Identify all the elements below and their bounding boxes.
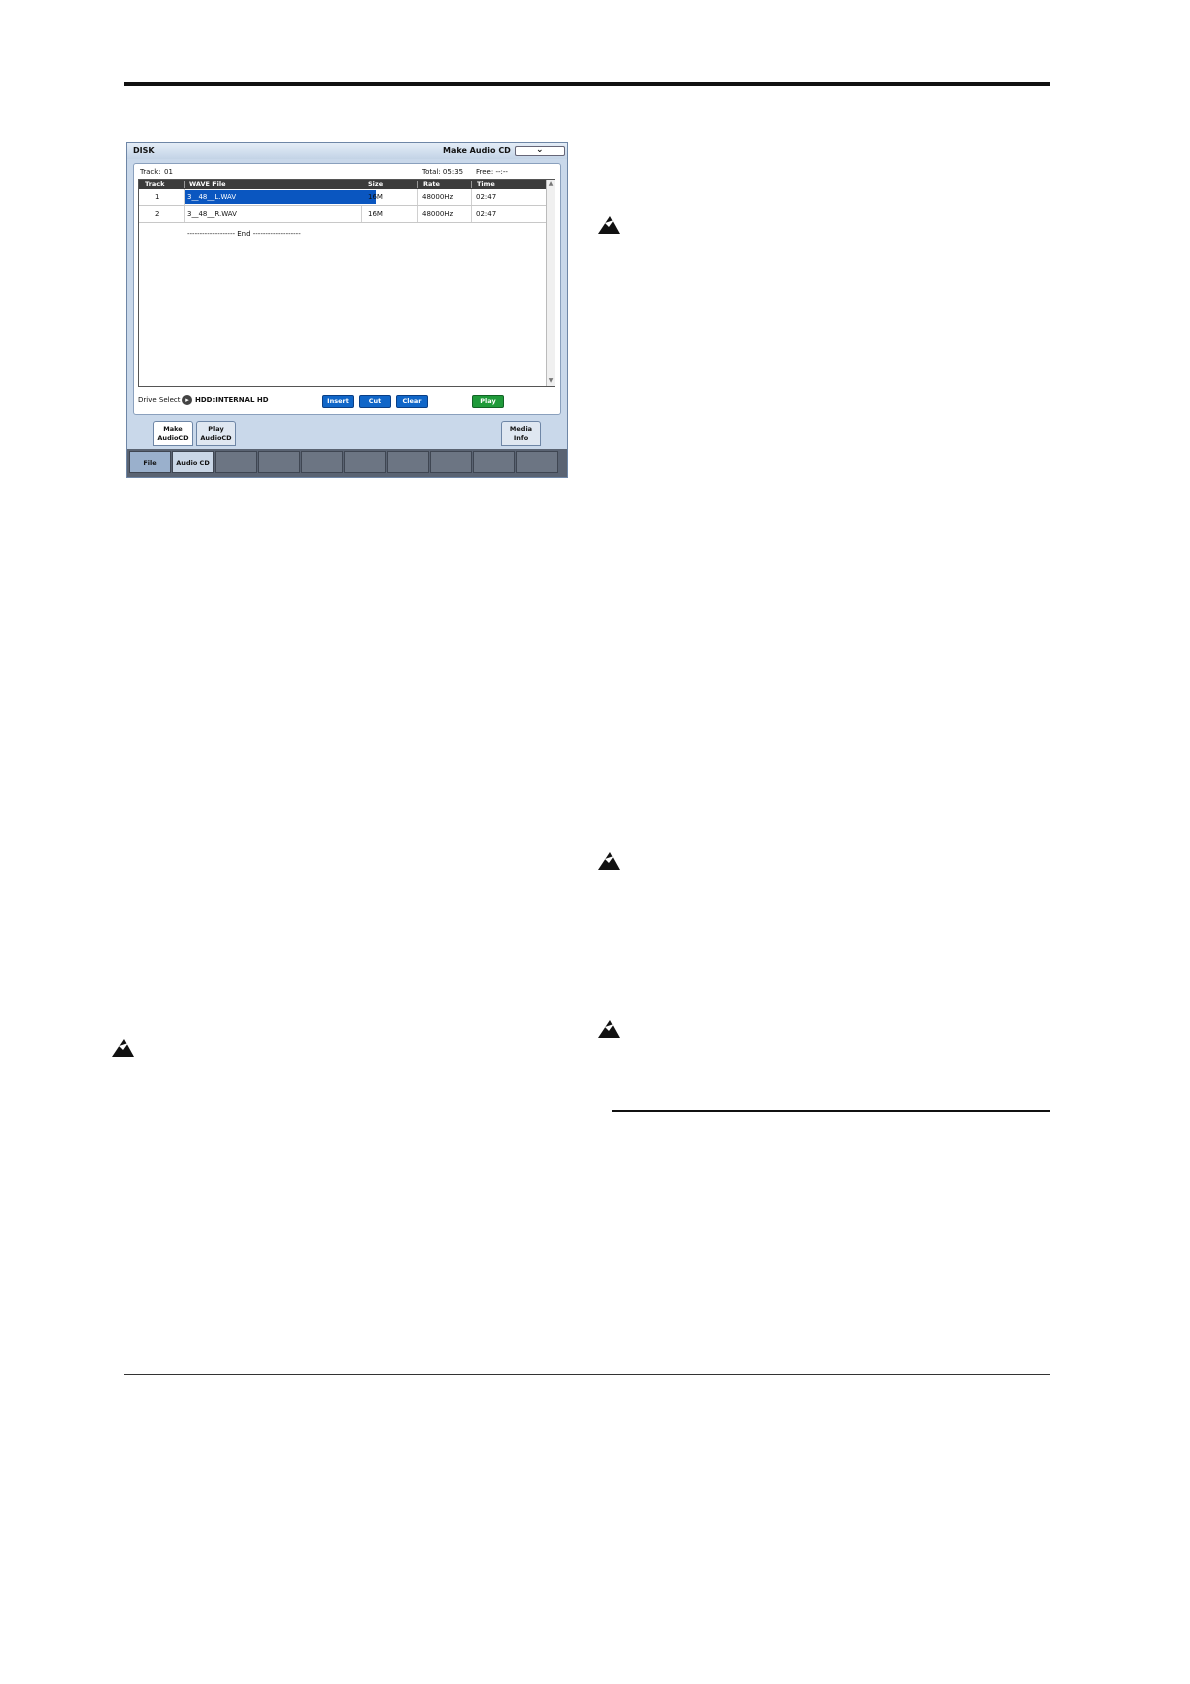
scrollbar[interactable]: ▲ ▼ [546, 180, 555, 386]
page-tab-bar: File Audio CD [127, 449, 567, 477]
track-number: 1 [155, 193, 160, 201]
tab-make-audio-cd[interactable]: Make AudioCD [153, 421, 193, 446]
page-title: Make Audio CD [443, 146, 511, 155]
main-panel: Track: 01 Total: 05:35 Free: --:-- Track… [133, 163, 561, 415]
col-rate: Rate [423, 180, 440, 188]
scroll-down-icon[interactable]: ▼ [547, 377, 555, 386]
cut-button[interactable]: Cut [359, 395, 391, 408]
tab-audio-cd[interactable]: Audio CD [172, 451, 214, 473]
header-rule [124, 82, 1050, 86]
col-size: Size [368, 180, 384, 188]
caution-icon [110, 1035, 136, 1059]
free-time: Free: --:-- [476, 168, 508, 176]
screen-header: DISK Make Audio CD ⌄ [127, 143, 567, 159]
wave-file: 3__48__L.WAV [187, 193, 237, 201]
track-table: Track WAVE File Size Rate Time 1 3__48__… [138, 179, 555, 387]
tab-empty [344, 451, 386, 473]
clear-button[interactable]: Clear [396, 395, 428, 408]
caution-icon [596, 1016, 622, 1040]
track-value[interactable]: 01 [164, 168, 173, 176]
section-rule [612, 1110, 1050, 1112]
track-time: 02:47 [476, 210, 497, 218]
col-wave-file: WAVE File [189, 180, 226, 188]
table-header: Track WAVE File Size Rate Time [139, 180, 546, 189]
track-time: 02:47 [476, 193, 497, 201]
tab-label: AudioCD [157, 434, 189, 442]
mode-title: DISK [133, 146, 155, 155]
tab-play-audio-cd[interactable]: Play AudioCD [196, 421, 236, 446]
footer-rule [124, 1374, 1050, 1375]
wave-file: 3__48__R.WAV [187, 210, 237, 218]
page-menu-button[interactable]: ⌄ [515, 145, 565, 156]
tab-label: Play [208, 425, 224, 433]
tab-media-info[interactable]: Media Info [501, 421, 541, 446]
insert-button[interactable]: Insert [322, 395, 354, 408]
col-time: Time [477, 180, 495, 188]
track-label: Track: [140, 168, 161, 176]
track-number: 2 [155, 210, 160, 218]
disk-screen: DISK Make Audio CD ⌄ Track: 01 Total: 05… [126, 142, 568, 478]
caution-icon [596, 848, 622, 872]
col-track: Track [145, 180, 165, 188]
sample-rate: 48000Hz [422, 210, 454, 218]
tab-empty [301, 451, 343, 473]
drive-select-value: HDD:INTERNAL HD [195, 396, 269, 404]
file-size: 16M [368, 193, 383, 201]
play-button[interactable]: Play [472, 395, 504, 408]
tab-label: Make [163, 425, 183, 433]
total-time: Total: 05:35 [422, 168, 464, 176]
tab-empty [258, 451, 300, 473]
selected-cell[interactable]: 3__48__L.WAV [185, 190, 376, 204]
tab-empty [473, 451, 515, 473]
tab-empty [430, 451, 472, 473]
tab-empty [516, 451, 558, 473]
tab-label: AudioCD [200, 434, 232, 442]
drive-select-label: Drive Select [138, 396, 181, 404]
sample-rate: 48000Hz [422, 193, 454, 201]
file-size: 16M [368, 210, 383, 218]
chevron-down-icon: ⌄ [536, 145, 544, 155]
tab-file[interactable]: File [129, 451, 171, 473]
tab-label: Media [509, 425, 533, 433]
table-row[interactable]: 1 3__48__L.WAV 16M 48000Hz 02:47 [139, 189, 546, 206]
table-row[interactable]: 2 3__48__R.WAV 16M 48000Hz 02:47 [139, 206, 546, 223]
tab-label: Info [513, 434, 529, 442]
end-marker: ------------------- End ----------------… [187, 230, 301, 238]
tab-empty [215, 451, 257, 473]
drive-select-button[interactable]: ▸ [182, 395, 192, 405]
scroll-up-icon[interactable]: ▲ [547, 180, 555, 189]
tab-empty [387, 451, 429, 473]
caution-icon [596, 212, 622, 236]
